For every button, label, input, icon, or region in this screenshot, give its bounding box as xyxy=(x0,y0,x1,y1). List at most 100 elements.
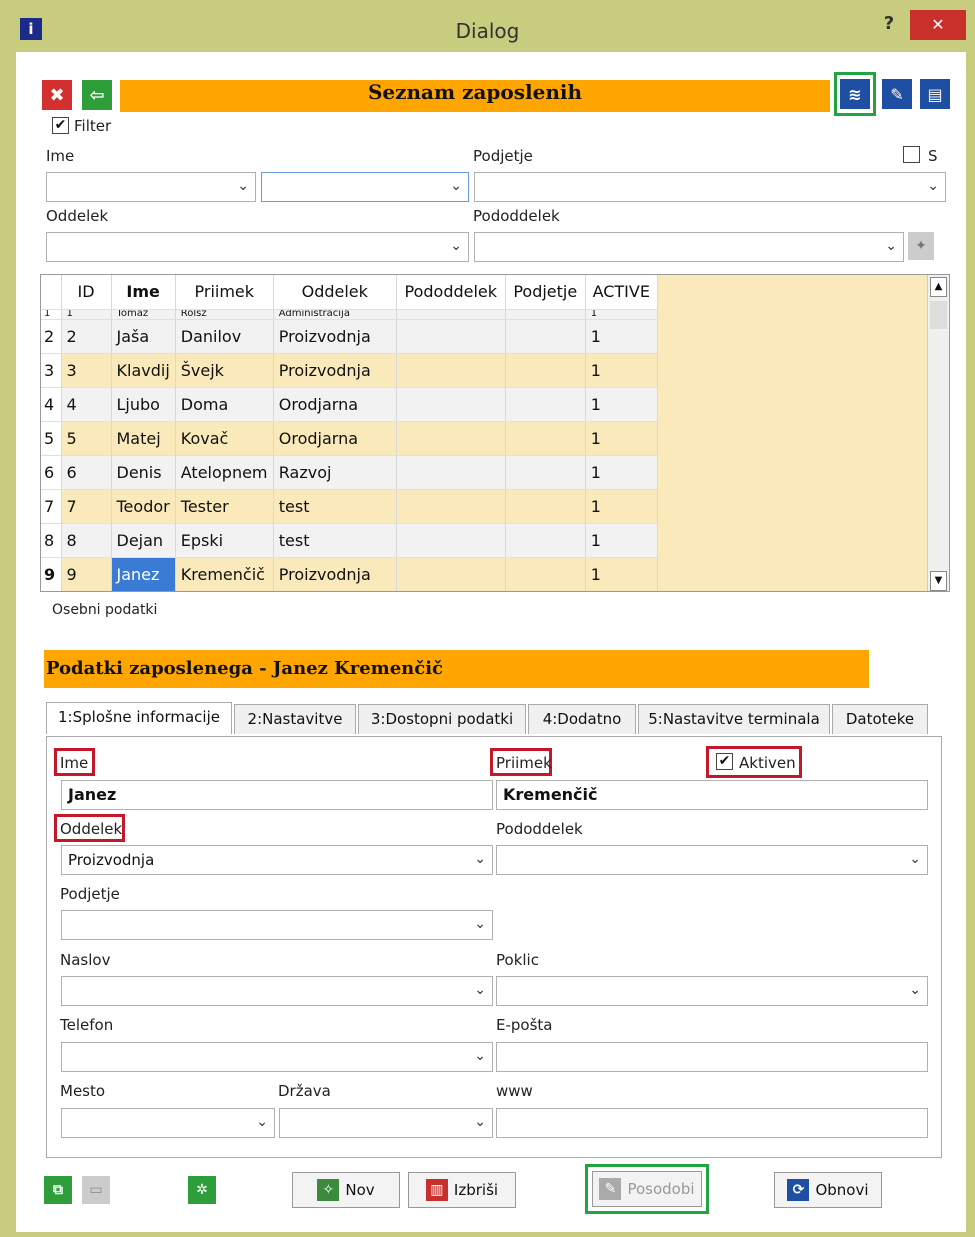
filter-ime-combo[interactable]: ⌄ xyxy=(46,172,256,202)
nov-button[interactable]: ✧ Nov xyxy=(292,1172,400,1208)
edit-doc-icon: ✎ xyxy=(599,1178,622,1200)
table-row[interactable]: 5 5 Matej Kovač Orodjarna 1 xyxy=(41,421,658,456)
column-header-priimek[interactable]: Priimek xyxy=(175,275,274,310)
edit-icon[interactable]: ✎ xyxy=(882,79,912,109)
ime-field[interactable]: Janez xyxy=(61,780,493,810)
personal-group-label: Osebni podatki xyxy=(52,602,158,618)
filter-podjetje-combo[interactable]: ⌄ xyxy=(474,172,946,202)
copy-icon[interactable]: ⧉ xyxy=(44,1176,72,1204)
www-field[interactable] xyxy=(496,1108,928,1138)
posodobi-button[interactable]: ✎ Posodobi xyxy=(592,1171,702,1207)
cell-ime: Denis xyxy=(111,455,176,490)
naslov-combo[interactable]: ⌄ xyxy=(61,976,493,1006)
form-icon[interactable]: ▤ xyxy=(920,79,950,109)
cell-pododdelek xyxy=(396,309,506,320)
scroll-up-icon[interactable]: ▲ xyxy=(930,277,947,297)
cell-oddelek: Orodjarna xyxy=(273,387,397,422)
tab-general[interactable]: 1:Splošne informacije xyxy=(46,702,232,734)
row-number: 5 xyxy=(41,421,62,456)
row-number: 8 xyxy=(41,523,62,558)
oddelek-value: Proizvodnja xyxy=(68,851,155,869)
magic-wand-icon: ✧ xyxy=(317,1179,340,1201)
tab-bar: 1:Splošne informacije 2:Nastavitve 3:Dos… xyxy=(46,702,946,736)
table-row[interactable]: 3 3 Klavdij Švejk Proizvodnja 1 xyxy=(41,353,658,388)
pododdelek-combo[interactable]: ⌄ xyxy=(496,845,928,875)
cell-id: 8 xyxy=(61,523,112,558)
delete-icon[interactable]: ✖ xyxy=(42,80,72,110)
column-header-podjetje[interactable]: Podjetje xyxy=(505,275,586,310)
cell-pododdelek xyxy=(396,523,506,558)
oddelek-combo[interactable]: Proizvodnja ⌄ xyxy=(61,845,493,875)
table-row[interactable]: 2 2 Jaša Danilov Proizvodnja 1 xyxy=(41,319,658,354)
cell-id: 1 xyxy=(61,309,112,320)
cell-priimek: Tester xyxy=(175,489,274,524)
filter-pododdelek-combo[interactable]: ⌄ xyxy=(474,232,904,262)
column-header-active[interactable]: ACTIVE xyxy=(585,275,658,310)
podjetje-combo[interactable]: ⌄ xyxy=(61,910,493,940)
tab-access[interactable]: 3:Dostopni podatki xyxy=(358,704,526,734)
table-row[interactable]: 7 7 Teodor Tester test 1 xyxy=(41,489,658,524)
chevron-down-icon: ⌄ xyxy=(474,1114,486,1130)
cell-oddelek: Administracija xyxy=(273,309,397,320)
filter-checkbox[interactable]: ✔ xyxy=(52,117,69,134)
table-row[interactable]: 9 9 Janez Kremenčič Proizvodnja 1 xyxy=(41,557,658,591)
help-button[interactable]: ? xyxy=(878,13,900,34)
paste-icon[interactable]: ▭ xyxy=(82,1176,110,1204)
cell-pododdelek xyxy=(396,319,506,354)
grid-vertical-scrollbar[interactable]: ▲ ▼ xyxy=(927,275,949,591)
close-button[interactable]: ✕ xyxy=(910,10,966,40)
tab-settings[interactable]: 2:Nastavitve xyxy=(234,704,356,734)
table-row[interactable]: 8 8 Dejan Epski test 1 xyxy=(41,523,658,558)
employee-banner: Podatki zaposlenega - Janez Kremenčič xyxy=(44,650,869,688)
cell-active: 1 xyxy=(585,387,658,422)
pododdelek-label: Pododdelek xyxy=(496,820,583,838)
aktiven-checkbox[interactable]: ✔ xyxy=(716,753,733,770)
trash-icon: ▥ xyxy=(425,1179,448,1201)
scroll-thumb[interactable] xyxy=(930,301,947,329)
tab-additional[interactable]: 4:Dodatno xyxy=(528,704,636,734)
wand-icon[interactable]: ✦ xyxy=(908,232,934,260)
column-header-ime[interactable]: Ime xyxy=(111,275,176,310)
table-row[interactable]: 6 6 Denis Atelopnem Razvoj 1 xyxy=(41,455,658,490)
cell-ime: Janez xyxy=(111,557,176,591)
column-header-oddelek[interactable]: Oddelek xyxy=(273,275,397,310)
izbrisi-button[interactable]: ▥ Izbriši xyxy=(408,1172,516,1208)
column-header-id[interactable]: ID xyxy=(61,275,112,310)
cell-podjetje xyxy=(505,421,586,456)
chevron-down-icon: ⌄ xyxy=(474,1048,486,1064)
tab-files[interactable]: Datoteke xyxy=(832,704,928,734)
table-row[interactable]: 4 4 Ljubo Doma Orodjarna 1 xyxy=(41,387,658,422)
poklic-combo[interactable]: ⌄ xyxy=(496,976,928,1006)
filter-oddelek-combo[interactable]: ⌄ xyxy=(46,232,469,262)
s-checkbox[interactable] xyxy=(903,146,920,163)
scroll-down-icon[interactable]: ▼ xyxy=(930,571,947,591)
drzava-label: Država xyxy=(278,1082,331,1100)
drzava-combo[interactable]: ⌄ xyxy=(279,1108,493,1138)
cell-podjetje xyxy=(505,455,586,490)
row-number: 6 xyxy=(41,455,62,490)
priimek-field[interactable]: Kremenčič xyxy=(496,780,928,810)
podjetje-label: Podjetje xyxy=(60,885,120,903)
employee-grid: ID Ime Priimek Oddelek Pododdelek Podjet… xyxy=(40,274,950,592)
arrow-left-icon[interactable]: ⇦ xyxy=(82,80,112,110)
s-label: S xyxy=(928,147,938,165)
cell-podjetje xyxy=(505,319,586,354)
mesto-combo[interactable]: ⌄ xyxy=(61,1108,275,1138)
column-header-pododdelek[interactable]: Pododdelek xyxy=(396,275,506,310)
chevron-down-icon: ⌄ xyxy=(474,851,486,867)
gear-icon[interactable]: ✲ xyxy=(188,1176,216,1204)
telefon-combo[interactable]: ⌄ xyxy=(61,1042,493,1072)
database-icon[interactable]: ≋ xyxy=(840,79,870,109)
table-row-partial[interactable]: 1 1 Tomaž Rolsz Administracija 1 xyxy=(41,309,658,320)
chevron-down-icon: ⌄ xyxy=(474,982,486,998)
cell-podjetje xyxy=(505,489,586,524)
naslov-label: Naslov xyxy=(60,951,111,969)
obnovi-button[interactable]: ⟳ Obnovi xyxy=(774,1172,882,1208)
filter-label: Filter xyxy=(74,117,112,135)
filter-priimek-combo[interactable]: ⌄ xyxy=(261,172,469,202)
www-label: www xyxy=(496,1082,533,1100)
chevron-down-icon: ⌄ xyxy=(885,238,897,254)
cell-pododdelek xyxy=(396,557,506,591)
tab-terminal[interactable]: 5:Nastavitve terminala xyxy=(638,704,830,734)
eposta-field[interactable] xyxy=(496,1042,928,1072)
